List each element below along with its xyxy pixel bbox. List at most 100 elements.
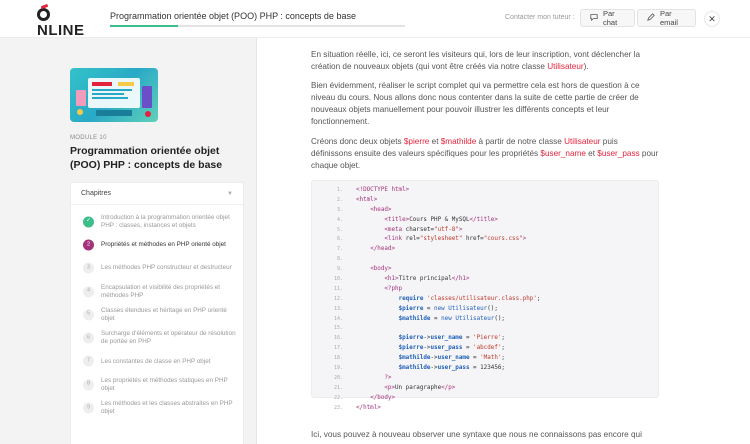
line-number: 15. [333, 325, 343, 332]
code-text: <p>Un paragraphe</p> [384, 384, 456, 391]
line-number: 13. [333, 305, 343, 312]
lesson-content: En situation réelle, ici, ce seront les … [258, 38, 750, 444]
code-text: <title>Cours PHP & MySQL</title> [384, 216, 498, 223]
chapter-number: 7 [83, 355, 94, 367]
chapter-label: Introduction à la programmation orientée… [101, 213, 230, 229]
chapter-item[interactable]: 3 Les méthodes PHP constructeur et destru… [71, 257, 243, 280]
code-line: 2. <html> [312, 196, 658, 206]
code-line: 1. <!DOCTYPE html> [312, 186, 658, 196]
chapter-item[interactable]: 8 Les propriétés et méthodes statiques en… [71, 373, 243, 396]
code-line: 19. $mathilde->user_pass = 123456; [312, 364, 658, 374]
close-icon[interactable]: ✕ [704, 11, 720, 27]
chapter-label: Encapsulation et visibilité des propriét… [101, 283, 221, 299]
code-text: </html> [356, 404, 381, 411]
paragraph: Ici, vous pouvez à nouveau observer une … [311, 430, 642, 439]
line-number: 20. [333, 374, 343, 381]
email-button-label: Par email [660, 9, 678, 27]
code-line: 9. <body> [312, 265, 658, 275]
line-number: 16. [333, 335, 343, 342]
line-number: 1. [336, 187, 343, 193]
logo-o-mark [37, 8, 50, 21]
chapters-list: ✓ Introduction à la programmation orienté… [71, 205, 243, 420]
chapter-number: 5 [83, 309, 94, 321]
chat-button[interactable]: Par chat [580, 9, 635, 27]
line-number: 3. [336, 206, 343, 213]
chapter-item[interactable]: 2 Propriétés et méthodes en PHP orienté o… [71, 233, 243, 256]
chat-button-label: Par chat [603, 9, 618, 27]
code-line: 3. <head> [312, 206, 658, 216]
sidebar: MODULE 10 Programmation orientée objet (… [0, 38, 257, 444]
chapter-label: Surcharge d'éléments et opérateur de rés… [101, 330, 236, 346]
chapter-number: 9 [83, 402, 94, 414]
line-number: 21. [333, 384, 343, 391]
inline-code: $pierre [403, 137, 430, 146]
code-text: require 'classes/utilisateur.class.php'; [398, 295, 541, 302]
chapter-label: Propriétés et méthodes en PHP orienté ob… [101, 241, 226, 249]
code-text: $pierre->user_pass = 'abcdef'; [398, 345, 505, 352]
paragraph: Bien évidemment, réaliser le script comp… [311, 81, 640, 126]
code-line: 21. <p>Un paragraphe</p> [312, 384, 658, 394]
line-number: 2. [336, 196, 343, 203]
line-number: 23. [333, 404, 343, 411]
course-title: Programmation orientée objet (POO) PHP :… [110, 11, 356, 21]
line-number: 10. [333, 276, 343, 283]
code-text: <body> [370, 266, 392, 273]
code-text: $pierre = new Utilisateur(); [398, 305, 498, 312]
chapter-label: Les constantes de classe en PHP objet [101, 357, 211, 365]
line-number: 11. [333, 285, 343, 292]
code-text: <!DOCTYPE html> [356, 187, 410, 193]
code-line: 6. <link rel="stylesheet" href="cours.cs… [312, 235, 658, 245]
top-header: NLINE FORMAPRO Programmation orientée ob… [0, 0, 750, 44]
chapter-item[interactable]: 7 Les constantes de classe en PHP objet [71, 350, 243, 373]
inline-code: Utilisateur [564, 137, 601, 146]
line-number: 9. [336, 266, 343, 273]
chapter-item[interactable]: ✓ Introduction à la programmation orienté… [71, 210, 243, 233]
code-line: 16. $pierre->user_name = 'Pierre'; [312, 334, 658, 344]
code-text: $mathilde = new Utilisateur(); [398, 315, 505, 322]
contact-tutor-label: Contacter mon tuteur : [505, 14, 575, 21]
code-text: <h1>Titre principal</h1> [384, 276, 470, 283]
chapter-item[interactable]: 5 Classes étendues et héritage en PHP ori… [71, 303, 243, 326]
chapter-label: Classes étendues et héritage en PHP orie… [101, 307, 227, 322]
chapter-number: 2 [83, 239, 94, 251]
course-progress-bar [110, 25, 405, 27]
email-button[interactable]: Par email [637, 9, 696, 27]
logo-text: NLINE [37, 22, 85, 39]
code-line: 15. [312, 324, 658, 334]
paragraph: Créons donc deux objets $pierre et $math… [311, 137, 659, 170]
line-number: 18. [333, 355, 343, 362]
line-number: 8. [336, 256, 343, 263]
line-number: 7. [336, 246, 343, 253]
pencil-icon [647, 13, 655, 23]
code-line: 20. ?> [312, 374, 658, 384]
module-title: Programmation orientée objet (POO) PHP :… [70, 145, 223, 171]
code-block[interactable]: 1. <!DOCTYPE html> 2. <html> 3. <head> 4. <ti… [311, 180, 659, 411]
logo[interactable]: NLINE FORMAPRO [37, 8, 91, 44]
code-text: </head> [370, 246, 396, 253]
code-line: 10. <h1>Titre principal</h1> [312, 275, 658, 285]
code-text: $mathilde->user_name = 'Math'; [398, 355, 505, 362]
chapter-number: 8 [83, 379, 94, 391]
inline-code: Utilisateur [547, 62, 584, 71]
chapter-item[interactable]: 9 Les méthodes et les classes abstraites … [71, 396, 243, 419]
code-line: 7. </head> [312, 245, 658, 255]
line-number: 14. [333, 315, 343, 322]
chapter-item[interactable]: 6 Surcharge d'éléments et opérateur de ré… [71, 326, 243, 349]
module-number: MODULE 10 [70, 135, 107, 141]
inline-code: $user_name [540, 149, 586, 158]
code-text: <head> [370, 206, 392, 213]
chapter-number: 6 [83, 332, 94, 344]
code-line: 12. require 'classes/utilisateur.class.p… [312, 295, 658, 305]
code-line: 23. </html> [312, 404, 658, 414]
paragraph: En situation réelle, ici, ce seront les … [311, 50, 641, 71]
code-line: 5. <meta charset="utf-8"> [312, 226, 658, 236]
line-number: 22. [333, 394, 343, 401]
chapter-label: Les méthodes PHP constructeur et destruc… [101, 264, 232, 272]
chapters-header[interactable]: Chapitres ▼ [71, 183, 243, 205]
inline-code: $mathilde [440, 137, 477, 146]
chapter-item[interactable]: 4 Encapsulation et visibilité des proprié… [71, 280, 243, 303]
code-line: 8. [312, 255, 658, 265]
code-text: $mathilde->user_pass = 123456; [398, 365, 505, 372]
course-progress-fill [110, 25, 178, 27]
code-text: $pierre->user_name = 'Pierre'; [398, 335, 505, 342]
